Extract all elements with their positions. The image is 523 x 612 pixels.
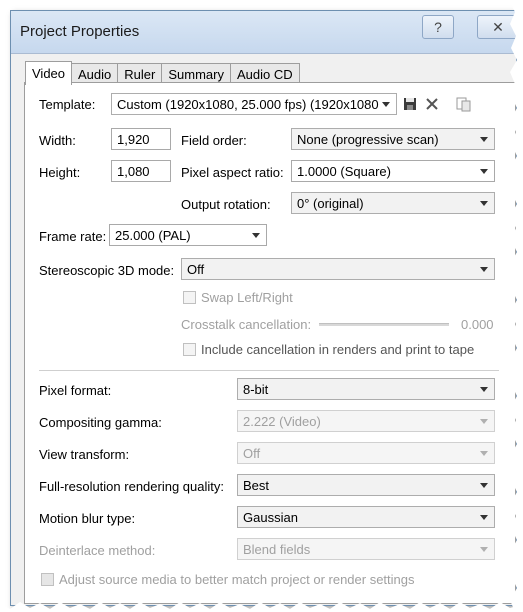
copy-icon bbox=[456, 97, 471, 112]
stereo-3d-value: Off bbox=[187, 261, 205, 277]
pixel-format-value: 8-bit bbox=[243, 381, 269, 397]
swap-left-right-label: Swap Left/Right bbox=[201, 290, 293, 305]
width-label: Width: bbox=[39, 133, 76, 148]
help-icon: ? bbox=[434, 19, 442, 35]
adjust-source-label: Adjust source media to better match proj… bbox=[59, 572, 415, 587]
close-icon: ✕ bbox=[492, 18, 504, 35]
pixel-aspect-select[interactable]: 1.0000 (Square) bbox=[291, 160, 495, 182]
save-template-button[interactable] bbox=[401, 95, 419, 113]
include-cancellation-checkbox[interactable] bbox=[183, 343, 196, 356]
template-select[interactable]: Custom (1920x1080, 25.000 fps) (1920x108… bbox=[111, 93, 397, 115]
match-media-button[interactable] bbox=[455, 95, 473, 113]
include-cancellation-label: Include cancellation in renders and prin… bbox=[201, 342, 475, 357]
tab-video[interactable]: Video bbox=[25, 61, 73, 85]
torn-edge-right bbox=[509, 0, 523, 612]
pixel-aspect-value: 1.0000 (Square) bbox=[297, 163, 391, 179]
motion-blur-value: Gaussian bbox=[243, 509, 298, 525]
tab-summary[interactable]: Summary bbox=[161, 63, 231, 84]
stereo-3d-label: Stereoscopic 3D mode: bbox=[39, 263, 175, 278]
output-rotation-select[interactable]: 0° (original) bbox=[291, 192, 495, 214]
tab-strip: Video Audio Ruler Summary Audio CD bbox=[25, 61, 300, 85]
deinterlace-label: Deinterlace method: bbox=[39, 543, 156, 558]
compositing-gamma-label: Compositing gamma: bbox=[39, 415, 162, 430]
pixel-format-label: Pixel format: bbox=[39, 383, 112, 398]
chevron-down-icon bbox=[252, 233, 260, 238]
full-res-quality-value: Best bbox=[243, 477, 270, 493]
height-value: 1,080 bbox=[117, 163, 150, 179]
full-res-quality-select[interactable]: Best bbox=[237, 474, 495, 496]
crosstalk-value: 0.000 bbox=[461, 317, 494, 332]
frame-rate-label: Frame rate: bbox=[39, 229, 107, 244]
output-rotation-value: 0° (original) bbox=[297, 195, 364, 211]
tab-ruler[interactable]: Ruler bbox=[117, 63, 163, 84]
template-label: Template: bbox=[39, 97, 96, 112]
pixel-aspect-label: Pixel aspect ratio: bbox=[181, 165, 284, 180]
deinterlace-select[interactable]: Blend fields bbox=[237, 538, 495, 560]
frame-rate-select[interactable]: 25.000 (PAL) bbox=[109, 224, 267, 246]
output-rotation-label: Output rotation: bbox=[181, 197, 271, 212]
chevron-down-icon bbox=[480, 387, 488, 392]
delete-icon bbox=[426, 98, 438, 110]
chevron-down-icon bbox=[480, 483, 488, 488]
width-value: 1,920 bbox=[117, 131, 150, 147]
field-order-value: None (progressive scan) bbox=[297, 131, 439, 147]
width-input[interactable]: 1,920 bbox=[111, 128, 171, 150]
view-transform-value: Off bbox=[243, 445, 261, 461]
chevron-down-icon bbox=[480, 451, 488, 456]
crosstalk-label: Crosstalk cancellation: bbox=[181, 317, 312, 332]
field-order-label: Field order: bbox=[181, 133, 247, 148]
window-title: Project Properties bbox=[20, 23, 140, 40]
swap-left-right-checkbox[interactable] bbox=[183, 291, 196, 304]
field-order-select[interactable]: None (progressive scan) bbox=[291, 128, 495, 150]
chevron-down-icon bbox=[480, 137, 488, 142]
pixel-format-select[interactable]: 8-bit bbox=[237, 378, 495, 400]
crosstalk-slider[interactable] bbox=[319, 323, 449, 326]
full-res-quality-label: Full-resolution rendering quality: bbox=[39, 479, 224, 494]
template-value: Custom (1920x1080, 25.000 fps) (1920x108… bbox=[117, 96, 379, 112]
adjust-source-checkbox[interactable] bbox=[41, 573, 54, 586]
stereo-3d-select[interactable]: Off bbox=[181, 258, 495, 280]
delete-template-button[interactable] bbox=[423, 95, 441, 113]
chevron-down-icon bbox=[480, 547, 488, 552]
motion-blur-label: Motion blur type: bbox=[39, 511, 136, 526]
chevron-down-icon bbox=[382, 102, 390, 107]
view-transform-label: View transform: bbox=[39, 447, 130, 462]
motion-blur-select[interactable]: Gaussian bbox=[237, 506, 495, 528]
chevron-down-icon bbox=[480, 201, 488, 206]
torn-edge-bottom bbox=[0, 602, 523, 612]
chevron-down-icon bbox=[480, 419, 488, 424]
tab-audio-cd[interactable]: Audio CD bbox=[229, 63, 300, 84]
title-bar: Project Properties ? ✕ bbox=[11, 11, 516, 54]
tab-audio[interactable]: Audio bbox=[71, 63, 119, 84]
divider bbox=[39, 370, 499, 371]
chevron-down-icon bbox=[480, 267, 488, 272]
compositing-gamma-value: 2.222 (Video) bbox=[243, 413, 321, 429]
save-icon bbox=[404, 98, 416, 110]
view-transform-select[interactable]: Off bbox=[237, 442, 495, 464]
video-tab-panel: Template: Custom (1920x1080, 25.000 fps)… bbox=[24, 82, 516, 604]
chevron-down-icon bbox=[480, 515, 488, 520]
height-label: Height: bbox=[39, 165, 81, 180]
height-input[interactable]: 1,080 bbox=[111, 160, 171, 182]
compositing-gamma-select[interactable]: 2.222 (Video) bbox=[237, 410, 495, 432]
frame-rate-value: 25.000 (PAL) bbox=[115, 227, 191, 243]
help-button[interactable]: ? bbox=[422, 15, 454, 39]
chevron-down-icon bbox=[480, 169, 488, 174]
deinterlace-value: Blend fields bbox=[243, 541, 311, 557]
